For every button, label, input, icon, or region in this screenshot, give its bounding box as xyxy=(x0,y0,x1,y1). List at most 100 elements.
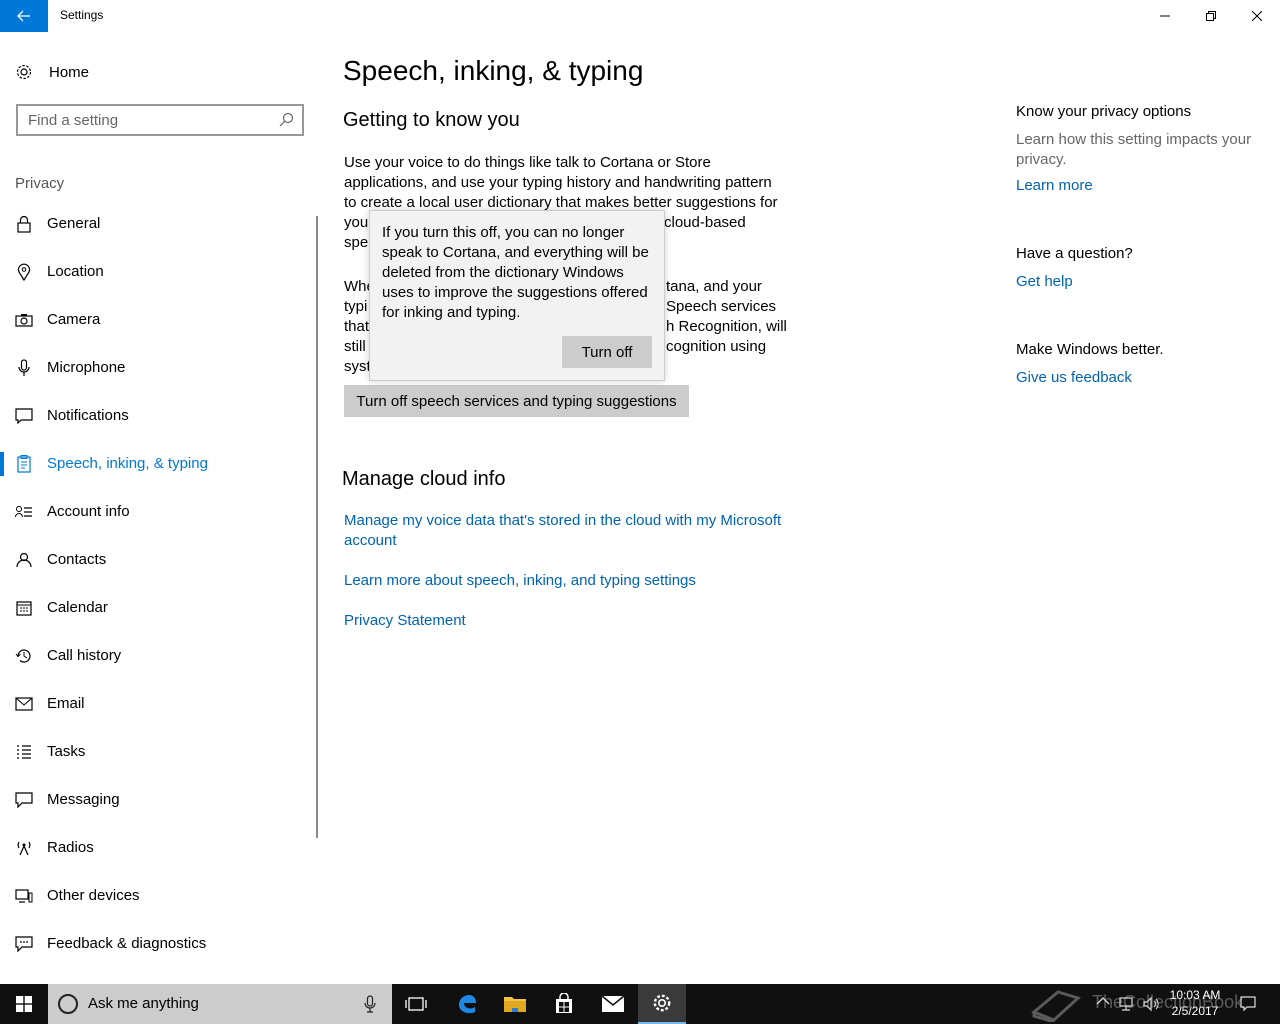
para1-line-2: applications, and use your typing histor… xyxy=(344,174,772,191)
store-icon xyxy=(556,993,572,1013)
sidebar-item-tasks[interactable]: Tasks xyxy=(0,728,316,776)
manage-cloud-heading: Manage cloud info xyxy=(342,468,506,490)
task-view-icon xyxy=(405,997,427,1011)
para2-line-3b: h Recognition, will xyxy=(666,318,787,335)
para2-line-4b: cognition using xyxy=(666,338,767,355)
store-app-button[interactable] xyxy=(540,984,588,1024)
lock-icon xyxy=(15,215,33,233)
sidebar-item-camera[interactable]: Camera xyxy=(0,296,316,344)
sidebar-item-radios[interactable]: Radios xyxy=(0,824,316,872)
sidebar-item-email[interactable]: Email xyxy=(0,680,316,728)
minimize-button[interactable] xyxy=(1142,0,1188,32)
sidebar-item-other-devices[interactable]: Other devices xyxy=(0,872,316,920)
network-icon[interactable] xyxy=(1118,996,1136,1012)
mail-app-button[interactable] xyxy=(589,984,637,1024)
back-button[interactable] xyxy=(0,0,48,32)
radio-icon xyxy=(15,839,33,857)
history-icon xyxy=(15,647,33,665)
para1-line-1: Use your voice to do things like talk to… xyxy=(344,154,711,171)
start-button[interactable] xyxy=(0,984,48,1024)
para1-line-4a: you xyxy=(344,214,369,231)
chevron-up-icon[interactable] xyxy=(1096,996,1110,1006)
manage-voice-data-link[interactable]: Manage my voice data that's stored in th… xyxy=(344,511,804,551)
sidebar-item-label: Camera xyxy=(47,311,101,328)
cortana-search-box[interactable]: Ask me anything xyxy=(48,984,392,1024)
email-icon xyxy=(15,695,33,713)
privacy-options-text: Learn how this setting impacts your priv… xyxy=(1016,131,1252,168)
sidebar-item-label: Messaging xyxy=(47,791,120,808)
manage-voice-link-line-1: Manage my voice data that's stored in th… xyxy=(344,512,782,529)
give-feedback-link[interactable]: Give us feedback xyxy=(1016,369,1132,386)
sidebar-item-label: General xyxy=(47,215,101,232)
gear-icon xyxy=(16,64,32,80)
privacy-statement-link[interactable]: Privacy Statement xyxy=(344,611,466,631)
microphone-icon[interactable] xyxy=(364,994,376,1014)
settings-app-button[interactable] xyxy=(638,984,686,1024)
file-explorer-button[interactable] xyxy=(491,984,539,1024)
devices-icon xyxy=(15,887,33,905)
edge-app-button[interactable] xyxy=(443,984,491,1024)
clipboard-icon xyxy=(15,455,33,473)
book-logo-icon xyxy=(1031,990,1081,1022)
sidebar-item-calendar[interactable]: Calendar xyxy=(0,584,316,632)
manage-voice-link-line-2: account xyxy=(344,532,397,549)
notifications-icon xyxy=(15,407,33,425)
action-center-icon[interactable] xyxy=(1240,996,1256,1012)
sidebar-item-location[interactable]: Location xyxy=(0,248,316,296)
gear-icon xyxy=(653,994,671,1012)
sidebar-item-account-info[interactable]: Account info xyxy=(0,488,316,536)
turn-off-button[interactable]: Turn off xyxy=(562,336,652,368)
question-heading: Have a question? xyxy=(1016,245,1133,262)
confirm-flyout: If you turn this off, you can no longer … xyxy=(369,210,665,381)
para1-line-4b: cloud-based xyxy=(664,214,746,231)
tasks-icon xyxy=(15,743,33,761)
close-icon xyxy=(1252,11,1262,21)
sidebar-item-call-history[interactable]: Call history xyxy=(0,632,316,680)
learn-more-speech-link[interactable]: Learn more about speech, inking, and typ… xyxy=(344,571,696,591)
make-windows-better-heading: Make Windows better. xyxy=(1016,341,1164,358)
clock-time: 10:03 AM xyxy=(1169,988,1221,1002)
section-label: Privacy xyxy=(15,175,65,192)
task-view-button[interactable] xyxy=(392,984,440,1024)
sidebar-item-general[interactable]: General xyxy=(0,200,316,248)
home-nav[interactable]: Home xyxy=(15,60,89,84)
sidebar-item-label: Feedback & diagnostics xyxy=(47,935,207,952)
clock-date: 2/5/2017 xyxy=(1171,1004,1219,1018)
flyout-message: If you turn this off, you can no longer … xyxy=(382,224,649,321)
search-icon[interactable] xyxy=(278,112,294,128)
microphone-icon xyxy=(15,359,33,377)
sidebar-item-label: Location xyxy=(47,263,104,280)
folder-icon xyxy=(504,997,526,1012)
back-arrow-icon xyxy=(17,10,30,22)
sidebar-item-microphone[interactable]: Microphone xyxy=(0,344,316,392)
restore-button[interactable] xyxy=(1188,0,1234,32)
sidebar-item-label: Other devices xyxy=(47,887,140,904)
sidebar-item-feedback[interactable]: Feedback & diagnostics xyxy=(0,920,316,968)
calendar-icon xyxy=(15,599,33,617)
sidebar-nav: General Location Camera Microphone Notif… xyxy=(0,200,316,968)
system-clock[interactable]: 10:03 AM 2/5/2017 xyxy=(1160,987,1230,1019)
mail-icon xyxy=(601,995,625,1012)
camera-icon xyxy=(15,311,33,329)
turn-off-speech-services-button[interactable]: Turn off speech services and typing sugg… xyxy=(344,385,689,417)
para2-line-1b: tana, and your xyxy=(666,278,762,295)
page-title: Speech, inking, & typing xyxy=(343,55,644,86)
get-help-link[interactable]: Get help xyxy=(1016,273,1073,290)
sidebar-item-notifications[interactable]: Notifications xyxy=(0,392,316,440)
sidebar-item-label: Call history xyxy=(47,647,122,664)
sidebar-item-messaging[interactable]: Messaging xyxy=(0,776,316,824)
learn-more-link[interactable]: Learn more xyxy=(1016,177,1093,194)
sidebar-item-contacts[interactable]: Contacts xyxy=(0,536,316,584)
close-button[interactable] xyxy=(1234,0,1280,32)
sidebar-item-speech[interactable]: Speech, inking, & typing xyxy=(0,440,316,488)
sidebar-item-label: Speech, inking, & typing xyxy=(47,455,208,472)
contacts-icon xyxy=(15,551,33,569)
search-input[interactable] xyxy=(18,106,268,134)
sidebar-item-label: Calendar xyxy=(47,599,108,616)
search-box[interactable] xyxy=(16,104,304,136)
sidebar-scrollbar[interactable] xyxy=(316,216,318,838)
volume-icon[interactable] xyxy=(1142,996,1160,1012)
account-info-icon xyxy=(15,503,33,521)
cortana-search-text: Ask me anything xyxy=(88,995,199,1012)
minimize-icon xyxy=(1160,15,1170,17)
